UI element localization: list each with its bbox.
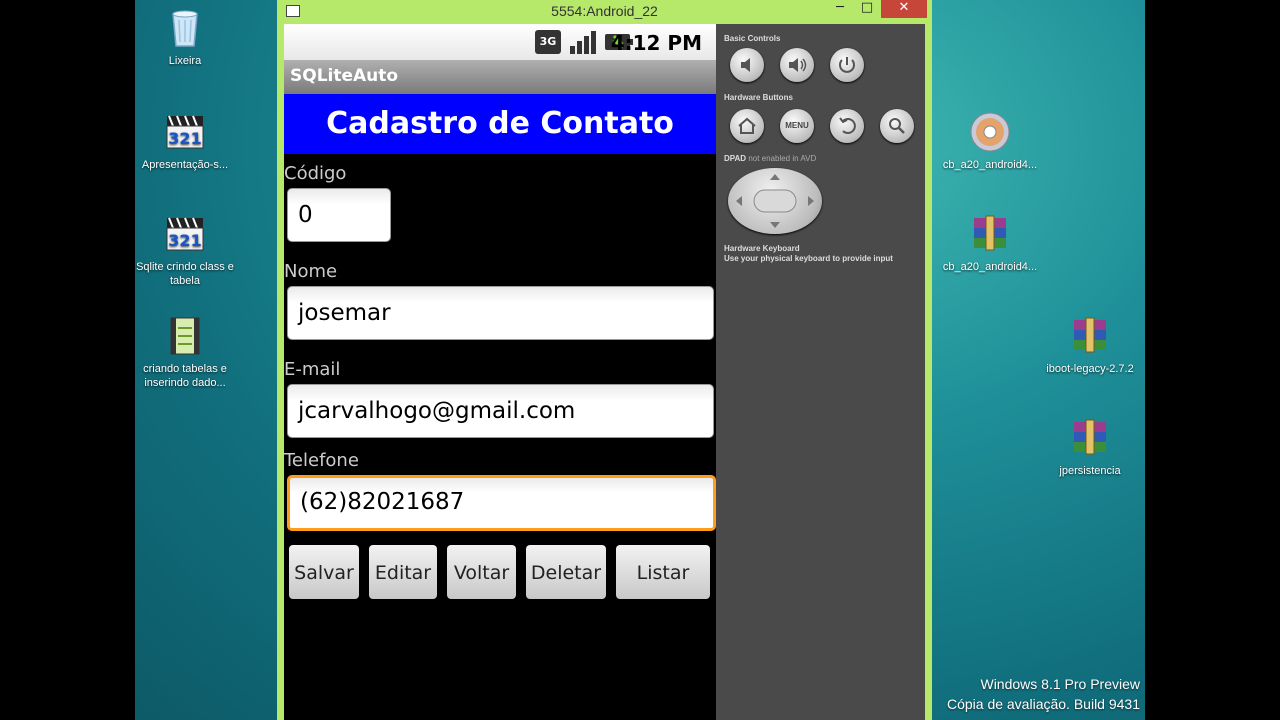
status-time: 4:12 PM bbox=[610, 31, 702, 55]
search-icon bbox=[889, 118, 905, 134]
dpad-control[interactable] bbox=[728, 168, 822, 234]
email-label: E-mail bbox=[284, 359, 341, 380]
telefone-label: Telefone bbox=[284, 450, 359, 471]
app-title-bar: SQLiteAuto bbox=[284, 60, 716, 94]
salvar-button[interactable]: Salvar bbox=[289, 545, 359, 599]
archive-icon bbox=[1068, 314, 1112, 358]
dpad-note: not enabled in AVD bbox=[748, 154, 817, 163]
desktop-icon-label: cb_a20_android4... bbox=[942, 159, 1038, 171]
back-icon bbox=[839, 117, 856, 134]
dpad-title: DPAD bbox=[724, 154, 747, 163]
desktop-icon-label: iboot-legacy-2.7.2 bbox=[1046, 363, 1134, 375]
desktop-icon-label: Sqlite crindo class e tabela bbox=[136, 261, 234, 287]
network-type: 3G bbox=[540, 35, 557, 48]
archive-icon bbox=[1068, 416, 1112, 460]
emulator-controls-panel: Basic Controls Hardware Buttons MENU DPA… bbox=[716, 24, 925, 720]
svg-text:321: 321 bbox=[168, 231, 201, 250]
voltar-button[interactable]: Voltar bbox=[447, 545, 516, 599]
desktop-icon-label: Apresentação-s... bbox=[141, 159, 229, 171]
emulator-window: 5554:Android_22 ─ □ ✕ 3G 4:12 PM SQLiteA… bbox=[277, 0, 932, 720]
desktop-icon-lixeira[interactable]: Lixeira bbox=[135, 6, 240, 68]
network-3g-icon: 3G bbox=[534, 28, 564, 56]
signal-strength-icon bbox=[568, 28, 598, 56]
editar-button[interactable]: Editar bbox=[369, 545, 437, 599]
watermark-edition: Windows 8.1 Pro Preview bbox=[980, 676, 1140, 692]
desktop-icon-criando[interactable]: criando tabelas e inserindo dado... bbox=[135, 314, 240, 390]
power-button[interactable] bbox=[830, 48, 864, 82]
hardware-keyboard-note: Use your physical keyboard to provide in… bbox=[724, 254, 893, 263]
volume-down-button[interactable] bbox=[730, 48, 764, 82]
nome-label: Nome bbox=[284, 261, 338, 282]
minimize-button[interactable]: ─ bbox=[827, 0, 853, 18]
svg-text:321: 321 bbox=[168, 129, 201, 148]
hardware-keyboard-label: Hardware Keyboard bbox=[724, 244, 800, 253]
desktop-icon-sqlite[interactable]: 321 Sqlite crindo class e tabela bbox=[135, 212, 240, 288]
volume-up-button[interactable] bbox=[780, 48, 814, 82]
telefone-field[interactable]: (62)82021687 bbox=[287, 475, 716, 531]
codigo-label: Código bbox=[284, 163, 347, 184]
desktop-icon-apresentacao[interactable]: 321 Apresentação-s... bbox=[135, 110, 240, 172]
app-title: SQLiteAuto bbox=[290, 66, 399, 86]
back-button[interactable] bbox=[830, 109, 864, 143]
desktop-icon-label: jpersistencia bbox=[1059, 465, 1121, 477]
dpad-arrows-icon bbox=[736, 174, 814, 228]
media-player-icon: 321 bbox=[163, 110, 207, 154]
codigo-field[interactable]: 0 bbox=[287, 188, 391, 242]
recycle-bin-icon bbox=[163, 6, 207, 50]
desktop-icon-cb-disc[interactable]: cb_a20_android4... bbox=[935, 110, 1045, 172]
hardware-buttons-label: Hardware Buttons bbox=[724, 93, 793, 102]
email-field[interactable]: jcarvalhogo@gmail.com bbox=[287, 384, 714, 438]
power-icon bbox=[839, 57, 855, 73]
windows-watermark: Windows 8.1 Pro Preview Cópia de avaliaç… bbox=[947, 676, 1140, 712]
desktop-icon-label: cb_a20_android4... bbox=[942, 261, 1038, 273]
dpad-label: DPAD not enabled in AVD bbox=[724, 154, 816, 163]
desktop-icon-cb-archive[interactable]: cb_a20_android4... bbox=[935, 212, 1045, 274]
nome-field[interactable]: josemar bbox=[287, 286, 714, 340]
listar-button[interactable]: Listar bbox=[616, 545, 710, 599]
media-player-icon: 321 bbox=[163, 212, 207, 256]
video-file-icon bbox=[163, 314, 207, 358]
desktop-icon-iboot[interactable]: iboot-legacy-2.7.2 bbox=[1035, 314, 1145, 376]
close-button[interactable]: ✕ bbox=[881, 0, 927, 18]
form-header: Cadastro de Contato bbox=[284, 94, 716, 154]
disc-image-icon bbox=[968, 110, 1012, 154]
desktop-icon-jpersistencia[interactable]: jpersistencia bbox=[1035, 416, 1145, 478]
menu-button[interactable]: MENU bbox=[780, 109, 814, 143]
deletar-button[interactable]: Deletar bbox=[526, 545, 606, 599]
basic-controls-label: Basic Controls bbox=[724, 34, 781, 43]
volume-up-icon bbox=[789, 58, 807, 72]
volume-down-icon bbox=[741, 58, 750, 72]
watermark-build: Cópia de avaliação. Build 9431 bbox=[946, 696, 1140, 712]
window-titlebar[interactable]: 5554:Android_22 ─ □ ✕ bbox=[277, 0, 932, 24]
desktop-icon-label: Lixeira bbox=[168, 55, 202, 67]
status-bar: 3G 4:12 PM bbox=[284, 24, 716, 60]
search-button[interactable] bbox=[880, 109, 914, 143]
home-button[interactable] bbox=[730, 109, 764, 143]
android-screen: 3G 4:12 PM SQLiteAuto Cadastro de Contat… bbox=[284, 24, 716, 720]
desktop-icon-label: criando tabelas e inserindo dado... bbox=[143, 363, 227, 389]
maximize-button[interactable]: □ bbox=[854, 0, 880, 18]
archive-icon bbox=[968, 212, 1012, 256]
home-icon bbox=[738, 117, 756, 134]
